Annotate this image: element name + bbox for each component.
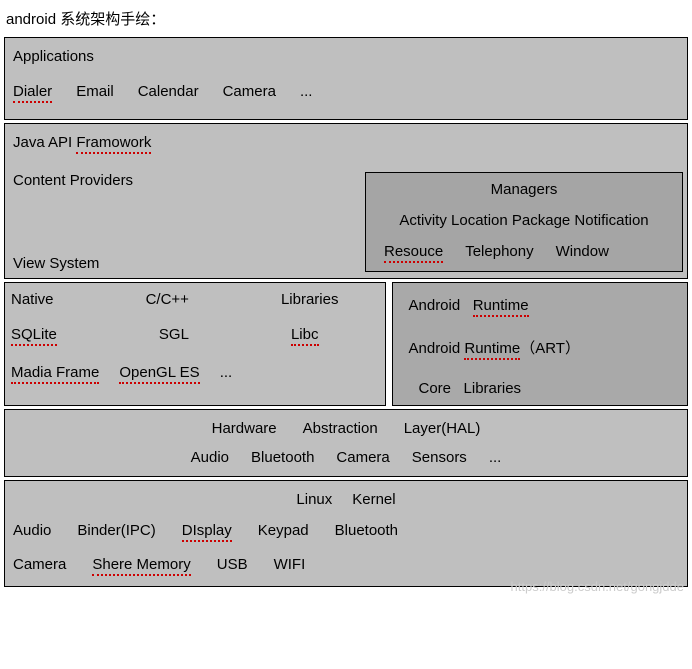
framework-underline: Framowork — [76, 134, 151, 154]
native-title-part: Libraries — [281, 291, 339, 308]
runtime-title: Android Runtime — [409, 297, 672, 317]
runtime-core: Core Libraries — [409, 380, 672, 397]
hal-item: Sensors — [412, 449, 467, 466]
hal-item: ... — [489, 449, 502, 466]
kernel-title-part: Linux — [296, 491, 332, 508]
kernel-item: USB — [217, 556, 248, 576]
kernel-item: Audio — [13, 522, 51, 542]
managers-row1: Activity Location Package Notification — [376, 212, 672, 229]
native-title-row: Native C/C++ Libraries — [11, 291, 379, 308]
kernel-item: Binder(IPC) — [77, 522, 155, 542]
native-lib: Madia Frame — [11, 364, 99, 384]
manager-item: Telephony — [465, 243, 533, 263]
hal-title-part: Hardware — [212, 420, 277, 437]
hal-title-part: Layer(HAL) — [404, 420, 481, 437]
hal-title: Hardware Abstraction Layer(HAL) — [13, 420, 679, 437]
managers-title: Managers — [376, 181, 672, 198]
kernel-item: DIsplay — [182, 522, 232, 542]
applications-layer: Applications Dialer Email Calendar Camer… — [4, 37, 688, 120]
kernel-item: Shere Memory — [92, 556, 190, 576]
hal-layer: Hardware Abstraction Layer(HAL) Audio Bl… — [4, 409, 688, 477]
kernel-item: Bluetooth — [335, 522, 398, 542]
kernel-title: Linux Kernel — [13, 491, 679, 508]
app-item: Camera — [223, 83, 276, 103]
native-layer: Native C/C++ Libraries SQLite SGL Libc M… — [4, 282, 386, 406]
native-libs-row1: SQLite SGL Libc — [11, 326, 379, 346]
native-libs-row2: Madia Frame OpenGL ES ... — [11, 364, 379, 384]
kernel-row1: Audio Binder(IPC) DIsplay Keypad Bluetoo… — [13, 522, 679, 542]
native-lib: SGL — [159, 326, 189, 346]
native-runtime-row: Native C/C++ Libraries SQLite SGL Libc M… — [4, 282, 688, 406]
native-lib: Libc — [291, 326, 319, 346]
runtime-core-part: Libraries — [464, 380, 522, 397]
kernel-layer: Linux Kernel Audio Binder(IPC) DIsplay K… — [4, 480, 688, 587]
runtime-art: Android Runtime（ART） — [409, 337, 672, 360]
manager-item: Window — [556, 243, 609, 263]
runtime-core-part: Core — [419, 380, 452, 397]
diagram-title: android 系统架构手绘： — [6, 8, 688, 29]
native-lib: SQLite — [11, 326, 57, 346]
runtime-title-part: Runtime — [473, 297, 529, 317]
app-item: Email — [76, 83, 114, 103]
kernel-item: Camera — [13, 556, 66, 576]
app-item: Dialer — [13, 83, 52, 103]
framework-title: Java API Framowork — [13, 134, 679, 154]
view-system-label: View System — [13, 255, 355, 272]
hal-item: Audio — [191, 449, 229, 466]
managers-row2: Resouce Telephony Window — [376, 243, 672, 263]
hal-title-part: Abstraction — [303, 420, 378, 437]
applications-title: Applications — [13, 48, 679, 65]
native-lib: OpenGL ES — [119, 364, 199, 384]
applications-items: Dialer Email Calendar Camera ... — [13, 83, 679, 103]
app-item: Calendar — [138, 83, 199, 103]
native-title-part: C/C++ — [146, 291, 189, 308]
hal-items: Audio Bluetooth Camera Sensors ... — [13, 449, 679, 466]
framework-layer: Java API Framowork Content Providers Vie… — [4, 123, 688, 279]
manager-item: Resouce — [384, 243, 443, 263]
kernel-item: WIFI — [274, 556, 306, 576]
hal-item: Bluetooth — [251, 449, 314, 466]
native-lib: ... — [220, 364, 233, 384]
watermark: https://blog.csdn.net/gongjdde — [511, 579, 684, 594]
hal-item: Camera — [336, 449, 389, 466]
runtime-layer: Android Runtime Android Runtime（ART） Cor… — [392, 282, 689, 406]
native-title-part: Native — [11, 291, 54, 308]
kernel-title-part: Kernel — [352, 491, 395, 508]
content-providers-label: Content Providers — [13, 172, 355, 189]
app-item: ... — [300, 83, 313, 103]
runtime-title-part: Android — [409, 297, 461, 314]
framework-left: Content Providers View System — [13, 172, 365, 272]
kernel-item: Keypad — [258, 522, 309, 542]
managers-box: Managers Activity Location Package Notif… — [365, 172, 683, 272]
kernel-row2: Camera Shere Memory USB WIFI — [13, 556, 679, 576]
